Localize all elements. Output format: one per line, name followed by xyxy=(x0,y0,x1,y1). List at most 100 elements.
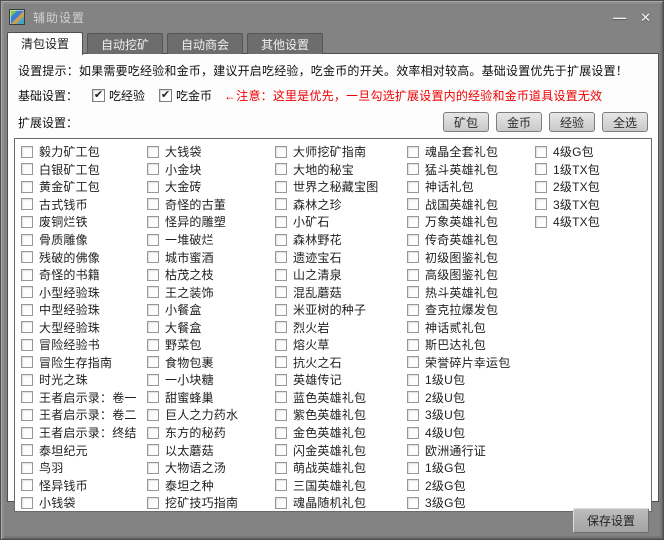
item-checkbox[interactable]: 4级G包 xyxy=(535,143,651,160)
item-checkbox[interactable]: 世界之秘藏宝图 xyxy=(275,178,407,195)
checkbox-unchecked-icon[interactable] xyxy=(407,356,419,368)
checkbox-unchecked-icon[interactable] xyxy=(275,181,287,193)
item-checkbox[interactable]: 小钱袋 xyxy=(21,494,147,511)
checkbox-unchecked-icon[interactable] xyxy=(407,409,419,421)
checkbox-unchecked-icon[interactable] xyxy=(275,391,287,403)
item-checkbox[interactable]: 传奇英雄礼包 xyxy=(407,231,535,248)
item-checkbox[interactable]: 冒险生存指南 xyxy=(21,354,147,371)
checkbox-unchecked-icon[interactable] xyxy=(535,198,547,210)
checkbox-unchecked-icon[interactable] xyxy=(407,181,419,193)
checkbox-unchecked-icon[interactable] xyxy=(275,198,287,210)
checkbox-unchecked-icon[interactable] xyxy=(147,251,159,263)
item-checkbox[interactable]: 白银矿工包 xyxy=(21,161,147,178)
checkbox-unchecked-icon[interactable] xyxy=(21,286,33,298)
checkbox-unchecked-icon[interactable] xyxy=(275,374,287,386)
item-checkbox[interactable]: 2级G包 xyxy=(407,477,535,494)
item-checkbox[interactable]: 魂晶全套礼包 xyxy=(407,143,535,160)
checkbox-unchecked-icon[interactable] xyxy=(275,286,287,298)
checkbox-unchecked-icon[interactable] xyxy=(407,374,419,386)
checkbox-unchecked-icon[interactable] xyxy=(275,146,287,158)
item-checkbox[interactable]: 萌战英雄礼包 xyxy=(275,459,407,476)
minimize-icon[interactable]: — xyxy=(613,11,626,24)
checkbox-unchecked-icon[interactable] xyxy=(21,374,33,386)
checkbox-unchecked-icon[interactable] xyxy=(21,216,33,228)
checkbox-unchecked-icon[interactable] xyxy=(147,391,159,403)
item-checkbox[interactable]: 高级图鉴礼包 xyxy=(407,266,535,283)
checkbox-unchecked-icon[interactable] xyxy=(407,462,419,474)
item-checkbox[interactable]: 3级TX包 xyxy=(535,196,651,213)
item-checkbox[interactable]: 毅力矿工包 xyxy=(21,143,147,160)
checkbox-unchecked-icon[interactable] xyxy=(407,321,419,333)
checkbox-checked-icon[interactable]: ✔ xyxy=(159,89,172,102)
checkbox-unchecked-icon[interactable] xyxy=(147,181,159,193)
item-checkbox[interactable]: 荣誉碎片幸运包 xyxy=(407,354,535,371)
item-checkbox[interactable]: 冒险经验书 xyxy=(21,336,147,353)
item-checkbox[interactable]: 2级U包 xyxy=(407,389,535,406)
checkbox-unchecked-icon[interactable] xyxy=(147,409,159,421)
checkbox-unchecked-icon[interactable] xyxy=(275,234,287,246)
item-checkbox[interactable]: 鸟羽 xyxy=(21,459,147,476)
checkbox-unchecked-icon[interactable] xyxy=(275,163,287,175)
item-checkbox[interactable]: 挖矿技巧指南 xyxy=(147,494,275,511)
checkbox-unchecked-icon[interactable] xyxy=(147,163,159,175)
checkbox-unchecked-icon[interactable] xyxy=(535,216,547,228)
item-checkbox[interactable]: 蓝色英雄礼包 xyxy=(275,389,407,406)
item-checkbox[interactable]: 巨人之力药水 xyxy=(147,406,275,423)
item-checkbox[interactable]: 大地的秘宝 xyxy=(275,161,407,178)
checkbox-unchecked-icon[interactable] xyxy=(407,391,419,403)
checkbox-unchecked-icon[interactable] xyxy=(407,427,419,439)
select-exp-button[interactable]: 经验 xyxy=(549,112,595,132)
item-checkbox[interactable]: 欧洲通行证 xyxy=(407,442,535,459)
item-checkbox[interactable]: 初级图鉴礼包 xyxy=(407,249,535,266)
checkbox-unchecked-icon[interactable] xyxy=(535,163,547,175)
checkbox-unchecked-icon[interactable] xyxy=(21,304,33,316)
checkbox-unchecked-icon[interactable] xyxy=(407,163,419,175)
item-checkbox[interactable]: 城市蜜酒 xyxy=(147,249,275,266)
select-gold-button[interactable]: 金币 xyxy=(496,112,542,132)
checkbox-unchecked-icon[interactable] xyxy=(407,339,419,351)
checkbox-unchecked-icon[interactable] xyxy=(275,462,287,474)
item-checkbox[interactable]: 抗火之石 xyxy=(275,354,407,371)
item-checkbox[interactable]: 闪金英雄礼包 xyxy=(275,442,407,459)
save-settings-button[interactable]: 保存设置 xyxy=(573,508,649,533)
item-checkbox[interactable]: 废铜烂铁 xyxy=(21,213,147,230)
item-checkbox[interactable]: 遗迹宝石 xyxy=(275,249,407,266)
checkbox-unchecked-icon[interactable] xyxy=(21,234,33,246)
item-checkbox[interactable]: 枯茂之枝 xyxy=(147,266,275,283)
item-checkbox[interactable]: 三国英雄礼包 xyxy=(275,477,407,494)
item-checkbox[interactable]: 3级U包 xyxy=(407,406,535,423)
eat-gold-checkbox[interactable]: ✔ 吃金币 xyxy=(159,87,212,104)
checkbox-unchecked-icon[interactable] xyxy=(21,269,33,281)
item-checkbox[interactable]: 以太蘑菇 xyxy=(147,442,275,459)
item-checkbox[interactable]: 一小块糖 xyxy=(147,371,275,388)
item-checkbox[interactable]: 混乱蘑菇 xyxy=(275,284,407,301)
checkbox-unchecked-icon[interactable] xyxy=(147,234,159,246)
item-checkbox[interactable]: 野菜包 xyxy=(147,336,275,353)
checkbox-checked-icon[interactable]: ✔ xyxy=(92,89,105,102)
item-checkbox[interactable]: 黄金矿工包 xyxy=(21,178,147,195)
checkbox-unchecked-icon[interactable] xyxy=(275,427,287,439)
item-checkbox[interactable]: 小餐盒 xyxy=(147,301,275,318)
item-checkbox[interactable]: 森林之珍 xyxy=(275,196,407,213)
checkbox-unchecked-icon[interactable] xyxy=(147,269,159,281)
checkbox-unchecked-icon[interactable] xyxy=(407,286,419,298)
checkbox-unchecked-icon[interactable] xyxy=(407,304,419,316)
checkbox-unchecked-icon[interactable] xyxy=(21,339,33,351)
checkbox-unchecked-icon[interactable] xyxy=(21,391,33,403)
checkbox-unchecked-icon[interactable] xyxy=(407,146,419,158)
checkbox-unchecked-icon[interactable] xyxy=(407,198,419,210)
item-checkbox[interactable]: 神话礼包 xyxy=(407,178,535,195)
item-checkbox[interactable]: 山之清泉 xyxy=(275,266,407,283)
item-checkbox[interactable]: 斯巴达礼包 xyxy=(407,336,535,353)
item-checkbox[interactable]: 英雄传记 xyxy=(275,371,407,388)
checkbox-unchecked-icon[interactable] xyxy=(407,234,419,246)
item-checkbox[interactable]: 泰坦之种 xyxy=(147,477,275,494)
checkbox-unchecked-icon[interactable] xyxy=(275,304,287,316)
checkbox-unchecked-icon[interactable] xyxy=(275,497,287,509)
item-checkbox[interactable]: 3级G包 xyxy=(407,494,535,511)
checkbox-unchecked-icon[interactable] xyxy=(21,356,33,368)
item-checkbox[interactable]: 米亚树的种子 xyxy=(275,301,407,318)
tab-auto-mining[interactable]: 自动挖矿 xyxy=(87,33,163,54)
checkbox-unchecked-icon[interactable] xyxy=(21,444,33,456)
item-checkbox[interactable]: 熔火草 xyxy=(275,336,407,353)
